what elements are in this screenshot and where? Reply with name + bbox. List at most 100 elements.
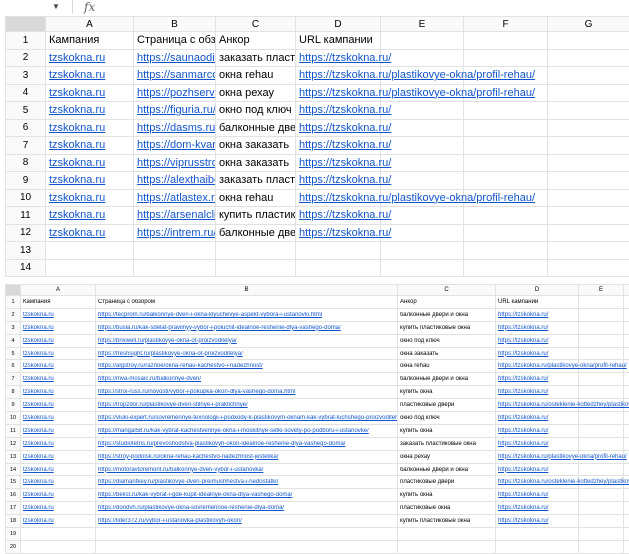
cell[interactable] [624,515,629,528]
cell-link[interactable]: tzskokna.ru [23,441,54,447]
cell[interactable]: https://tzskokna.ru/ [496,489,579,502]
cell[interactable]: https://dom-kvar [134,137,216,155]
cell[interactable] [579,334,624,347]
cell[interactable]: купить окна [398,386,496,399]
cell[interactable]: https://pozhservi [134,84,216,102]
row-header[interactable]: 18 [6,515,21,528]
cell[interactable]: tzskokna.ru [21,321,96,334]
cell[interactable]: балконные двери и окна [398,463,496,476]
cell[interactable] [579,373,624,386]
cell[interactable]: tzskokna.ru [21,360,96,373]
cell[interactable] [579,412,624,425]
cell[interactable]: https://lider372.ru/vybor-i-ustanovka-pl… [96,515,398,528]
row-header[interactable]: 5 [6,102,46,120]
cell[interactable]: tzskokna.ru [21,334,96,347]
cell[interactable] [134,259,216,277]
cell[interactable] [381,242,464,260]
cell[interactable] [624,386,629,399]
cell[interactable]: окно под ключ [398,334,496,347]
cell[interactable] [464,242,548,260]
cell[interactable]: балконные двери и окна [216,119,296,137]
cell[interactable] [579,515,624,528]
cell[interactable]: tzskokna.ru [21,502,96,515]
cell[interactable]: https://arsenalcli [134,207,216,225]
cell[interactable]: tzskokna.ru [21,347,96,360]
cell-link[interactable]: https://tzskokna.ru/plastikovye-okna/pro… [299,192,535,204]
row-header[interactable]: 20 [6,540,21,553]
cell[interactable]: окно под ключ [216,102,296,120]
cell-link[interactable]: tzskokna.ru [49,87,105,99]
cell[interactable]: купить пластиковые окна [398,321,496,334]
cell[interactable] [381,32,464,50]
cell-link[interactable]: https://tzskokna.ru/plastikovye-okna/pro… [498,363,627,369]
cell-link[interactable]: https://tzskokna.ru/osteklenie-kottedzhe… [498,479,629,485]
cell[interactable] [624,373,629,386]
column-header[interactable]: B [96,285,398,296]
cell[interactable]: tzskokna.ru [21,412,96,425]
cell[interactable] [216,242,296,260]
cell[interactable]: https://tzskokna.ru/ [296,102,381,120]
cell[interactable]: tzskokna.ru [46,189,134,207]
cell[interactable] [464,224,548,242]
cell[interactable]: Страница с обзором [96,296,398,309]
cell[interactable] [381,102,464,120]
cell-link[interactable]: https://tzskokna.ru/ [498,389,548,395]
cell[interactable]: https://motoravtoremont.ru/balkonnye-dve… [96,463,398,476]
cell[interactable] [464,207,548,225]
cell-link[interactable]: tzskokna.ru [49,69,105,81]
cell-link[interactable]: https://tzskokna.ru/ [299,227,391,239]
cell-link[interactable]: https://alexthaibo [137,174,215,186]
cell-link[interactable]: https://tzskokna.ru/ [299,157,391,169]
cell[interactable]: tzskokna.ru [46,207,134,225]
cell[interactable] [579,463,624,476]
cell-link[interactable]: tzskokna.ru [23,351,54,357]
cell[interactable]: https://tzskokna.ru/osteklenie-kottedzhe… [496,399,579,412]
cell[interactable]: URL кампании [496,296,579,309]
cell[interactable] [464,32,548,50]
row-header[interactable]: 1 [6,296,21,309]
row-header[interactable]: 3 [6,321,21,334]
cell[interactable]: https://alexthaibo [134,172,216,190]
cell-link[interactable]: tzskokna.ru [49,52,105,64]
cell-link[interactable]: https://viprusstro [137,157,215,169]
cell-link[interactable]: https://tzskokna.ru/ [498,415,548,421]
cell-link[interactable]: tzskokna.ru [23,454,54,460]
cell[interactable]: окна rehau [216,67,296,85]
cell[interactable] [624,437,629,450]
cell-link[interactable]: tzskokna.ru [49,227,105,239]
column-header[interactable]: D [496,285,579,296]
cell-link[interactable]: tzskokna.ru [49,139,105,151]
cell[interactable] [624,463,629,476]
cell[interactable]: https://brixwell.ru/plastikovye-okna-ot-… [96,334,398,347]
cell[interactable]: https://tzskokna.ru/plastikovye-okna/pro… [296,67,381,85]
cell-link[interactable]: https://tzskokna.ru/ [498,312,548,318]
cell[interactable] [398,528,496,541]
cell-link[interactable]: tzskokna.ru [23,505,54,511]
cell[interactable]: URL кампании [296,32,381,50]
cell[interactable]: купить окна [398,424,496,437]
cell-link[interactable]: https://tzskokna.ru/ [498,376,548,382]
cell-link[interactable]: https://sanmarco [137,69,215,81]
cell-link[interactable]: https://studiotetris.ru/prevoshodstva-pl… [98,441,345,447]
cell[interactable]: tzskokna.ru [46,49,134,67]
cell[interactable]: tzskokna.ru [21,515,96,528]
cell[interactable]: tzskokna.ru [46,67,134,85]
row-header[interactable]: 14 [6,259,46,277]
cell-link[interactable]: https://tzskokna.ru/ [498,467,548,473]
cell[interactable]: окна рехау [216,84,296,102]
cell[interactable]: https://tzskokna.ru/ [296,224,381,242]
cell-link[interactable]: https://dasms.ru [137,122,215,134]
cell[interactable]: https://tzskokna.ru/ [496,308,579,321]
row-header[interactable]: 13 [6,242,46,260]
cell-link[interactable]: https://bekst.ru/kak-vybrat-i-gde-kupit-… [98,492,292,498]
cell[interactable]: https://dondvh.ru/plastikovye-okna-sovre… [96,502,398,515]
cell[interactable]: tzskokna.ru [21,489,96,502]
row-header[interactable]: 13 [6,450,21,463]
cell[interactable]: https://tzskokna.ru/ [496,502,579,515]
cell[interactable]: https://diamantkey.ru/plastikovye-dveri-… [96,476,398,489]
cell[interactable] [548,84,629,102]
cell[interactable] [296,259,381,277]
row-header[interactable]: 10 [6,412,21,425]
cell[interactable] [381,172,464,190]
cell[interactable]: https://sanmarco [134,67,216,85]
